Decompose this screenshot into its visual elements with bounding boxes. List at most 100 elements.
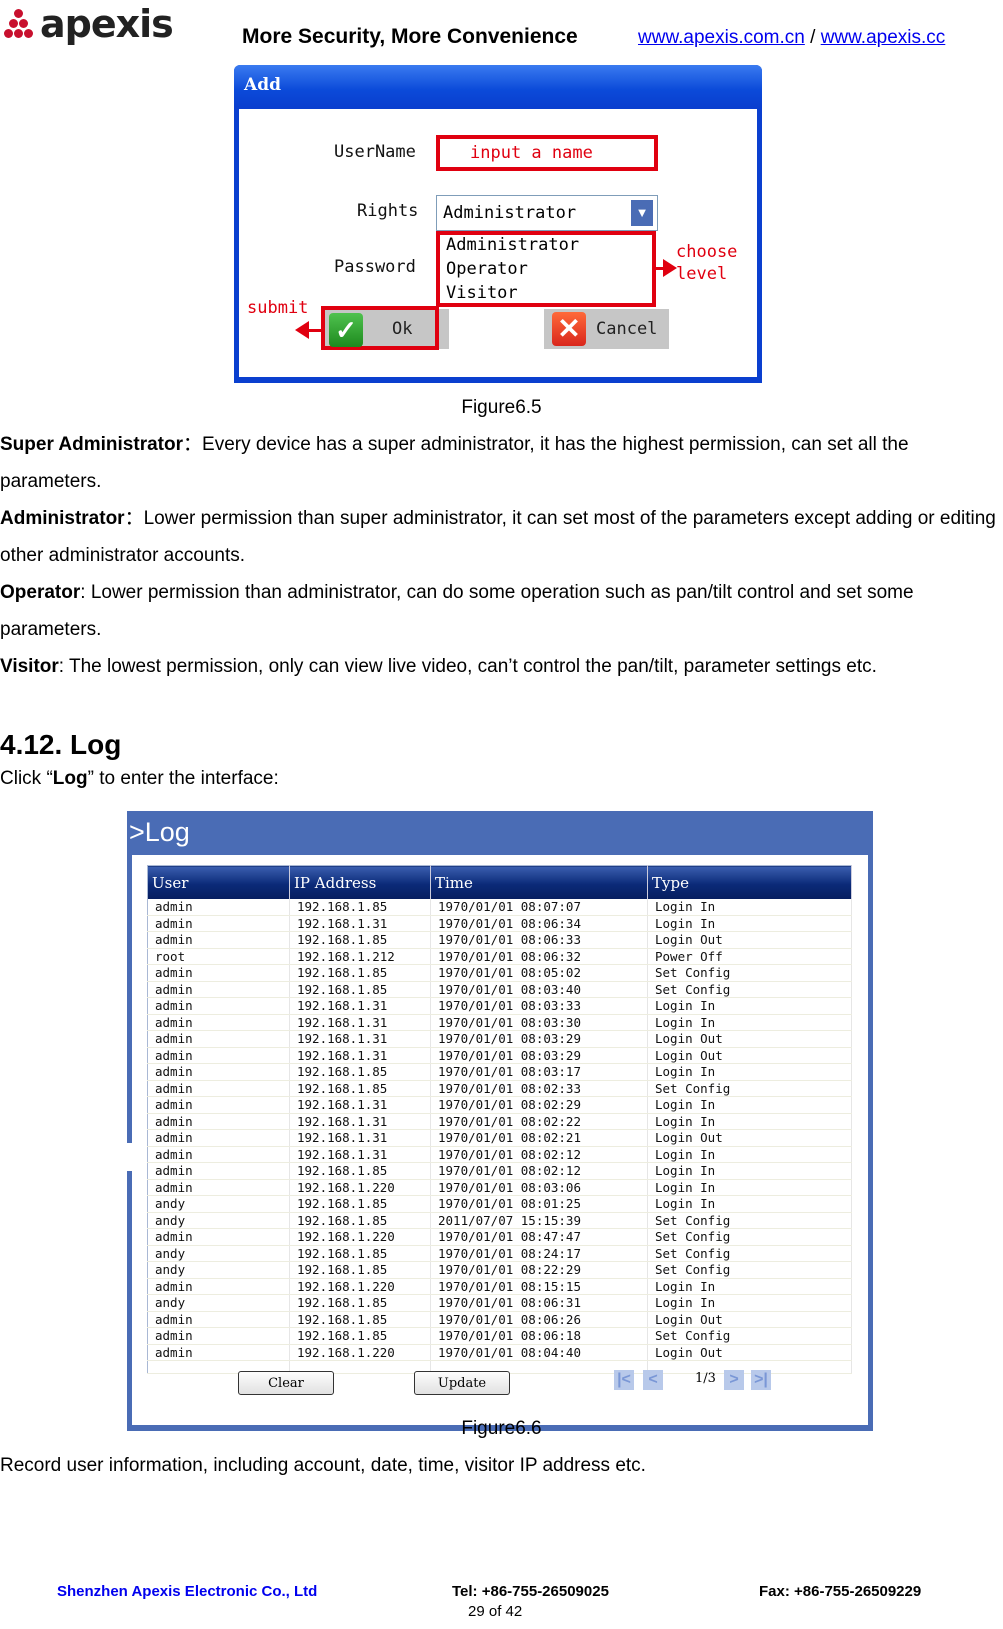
footer-company: Shenzhen Apexis Electronic Co., Ltd [57,1583,318,1600]
log-row[interactable]: andy 192.168.1.85 1970/01/01 08:24:17 Set C… [147,1245,852,1262]
log-cell-user: admin [147,1014,290,1031]
role-name: Operator [0,582,81,603]
log-cell-user: admin [147,915,290,932]
log-cell-type: Login Out [647,1047,852,1064]
log-cell-ip-address: 192.168.1.220 [289,1228,431,1246]
ok-button[interactable]: ✓ Ok [321,306,449,350]
log-row[interactable]: andy 192.168.1.85 1970/01/01 08:22:29 Set C… [147,1261,852,1279]
log-panel-title: >Log [129,817,190,847]
log-cell-ip-address: 192.168.1.31 [289,915,431,932]
update-button[interactable]: Update [414,1371,510,1395]
log-table: User IP Address Time Type admin 192.168.1… [147,865,852,1374]
log-row[interactable]: admin 192.168.1.85 1970/01/01 08:06:33 Logi… [147,931,852,949]
log-row[interactable]: admin 192.168.1.31 1970/01/01 08:06:34 Logi… [147,915,852,932]
last-page-icon[interactable]: >| [751,1370,771,1390]
log-cell-ip-address: 192.168.1.31 [289,1146,431,1163]
checkmark-icon: ✓ [329,313,363,347]
log-row[interactable]: andy 192.168.1.85 1970/01/01 08:01:25 Login… [147,1195,852,1213]
cancel-label: Cancel [596,319,658,339]
role-sep: : [58,656,69,677]
log-row[interactable]: admin 192.168.1.85 1970/01/01 08:07:07 Logi… [147,899,852,916]
log-cell-time: 1970/01/01 08:02:29 [430,1096,648,1114]
log-row[interactable]: admin 192.168.1.220 1970/01/01 08:04:40 Log… [147,1344,852,1361]
submit-arrow-line [307,329,321,332]
log-row[interactable]: admin 192.168.1.85 1970/01/01 08:02:33 Set … [147,1080,852,1097]
log-row[interactable]: root 192.168.1.212 1970/01/01 08:06:32 Powe… [147,948,852,965]
log-row[interactable]: admin 192.168.1.85 1970/01/01 08:05:02 Set … [147,964,852,982]
log-row[interactable]: admin 192.168.1.31 1970/01/01 08:02:21 Logi… [147,1129,852,1147]
log-row[interactable]: admin 192.168.1.31 1970/01/01 08:03:33 Logi… [147,997,852,1015]
footer-tel: Tel: +86-755-26509025 [452,1583,609,1600]
log-cell-type: Set Config [647,981,852,998]
log-cell-ip-address: 192.168.1.31 [289,997,431,1015]
column-header-user[interactable]: User [147,865,290,899]
log-row[interactable]: admin 192.168.1.220 1970/01/01 08:47:47 Set… [147,1228,852,1246]
log-cell-time: 1970/01/01 08:15:15 [430,1278,648,1295]
rights-option-operator[interactable]: Operator [446,259,528,279]
log-cell-ip-address: 192.168.1.212 [289,948,431,965]
figure-6-6-caption: Figure6.6 [461,1418,542,1439]
log-row[interactable]: admin 192.168.1.85 1970/01/01 08:03:40 Set … [147,981,852,998]
log-cell-time: 1970/01/01 08:02:21 [430,1129,648,1147]
log-cell-time: 1970/01/01 08:07:07 [430,899,648,916]
add-user-dialog: Add UserName input a name Rights Adminis… [234,65,762,383]
link-apexis-com-cn[interactable]: www.apexis.com.cn [638,27,805,48]
log-row[interactable]: andy 192.168.1.85 1970/01/01 08:06:31 Login… [147,1294,852,1312]
log-row[interactable]: admin 192.168.1.31 1970/01/01 08:03:29 Logi… [147,1030,852,1048]
log-cell-user: andy [147,1245,290,1262]
log-cell-user: admin [147,964,290,982]
log-row[interactable]: admin 192.168.1.85 1970/01/01 08:02:12 Logi… [147,1162,852,1180]
log-row[interactable]: admin 192.168.1.85 1970/01/01 08:03:17 Logi… [147,1063,852,1081]
log-cell-ip-address: 192.168.1.85 [289,1261,431,1279]
log-row[interactable]: andy 192.168.1.85 2011/07/07 15:15:39 Set C… [147,1212,852,1229]
previous-page-icon[interactable]: < [643,1370,663,1390]
log-row[interactable]: admin 192.168.1.85 1970/01/01 08:06:26 Logi… [147,1311,852,1328]
figure-6-5-caption: Figure6.5 [461,397,542,418]
log-row[interactable]: admin 192.168.1.31 1970/01/01 08:03:29 Logi… [147,1047,852,1064]
log-cell-ip-address: 192.168.1.85 [289,1311,431,1328]
log-table-header: User IP Address Time Type [147,865,852,899]
log-row[interactable]: admin 192.168.1.31 1970/01/01 08:02:22 Logi… [147,1113,852,1130]
link-apexis-cc[interactable]: www.apexis.cc [821,27,946,48]
log-cell-type: Login In [647,1014,852,1031]
column-header-type[interactable]: Type [647,865,852,899]
log-cell-time: 1970/01/01 08:47:47 [430,1228,648,1246]
log-cell-ip-address: 192.168.1.31 [289,1096,431,1114]
log-row[interactable]: admin 192.168.1.85 1970/01/01 08:06:18 Set … [147,1327,852,1345]
log-cell-ip-address: 192.168.1.220 [289,1179,431,1196]
log-cell-time: 1970/01/01 08:03:30 [430,1014,648,1031]
close-x-icon: ✕ [552,312,586,346]
log-row[interactable]: admin 192.168.1.31 1970/01/01 08:02:12 Logi… [147,1146,852,1163]
clear-button[interactable]: Clear [238,1371,334,1395]
first-page-icon[interactable]: |< [614,1370,634,1390]
log-row[interactable]: admin 192.168.1.220 1970/01/01 08:15:15 Log… [147,1278,852,1295]
dropdown-arrow-icon[interactable]: ▼ [631,200,653,226]
log-cell-ip-address: 192.168.1.85 [289,1063,431,1081]
next-page-icon[interactable]: > [724,1370,744,1390]
rights-selected-value: Administrator [443,203,577,223]
log-cell-type: Set Config [647,1080,852,1097]
log-cell-time: 1970/01/01 08:06:31 [430,1294,648,1312]
column-header-time[interactable]: Time [430,865,648,899]
log-cell-type: Login Out [647,1344,852,1361]
log-cell-ip-address: 192.168.1.220 [289,1344,431,1361]
log-row[interactable]: admin 192.168.1.220 1970/01/01 08:03:06 Log… [147,1179,852,1196]
role-text: Lower permission than administrator, can… [0,582,914,640]
cancel-button[interactable]: ✕ Cancel [544,309,669,349]
annotation-submit: submit [247,298,309,318]
log-row[interactable]: admin 192.168.1.31 1970/01/01 08:03:30 Logi… [147,1014,852,1031]
log-cell-type: Login In [647,899,852,916]
rights-select[interactable]: Administrator ▼ [436,195,658,231]
log-cell-type: Set Config [647,1327,852,1345]
log-cell-user: admin [147,1080,290,1097]
rights-option-administrator[interactable]: Administrator [446,235,579,255]
rights-option-visitor[interactable]: Visitor [446,283,518,303]
log-cell-type: Set Config [647,1245,852,1262]
log-cell-time: 1970/01/01 08:24:17 [430,1245,648,1262]
username-input[interactable]: input a name [436,135,658,171]
log-cell-type: Set Config [647,1228,852,1246]
page-number: 29 of 42 [468,1603,523,1620]
role-name: Visitor [0,656,59,677]
log-row[interactable]: admin 192.168.1.31 1970/01/01 08:02:29 Logi… [147,1096,852,1114]
column-header-ip-address[interactable]: IP Address [289,865,431,899]
